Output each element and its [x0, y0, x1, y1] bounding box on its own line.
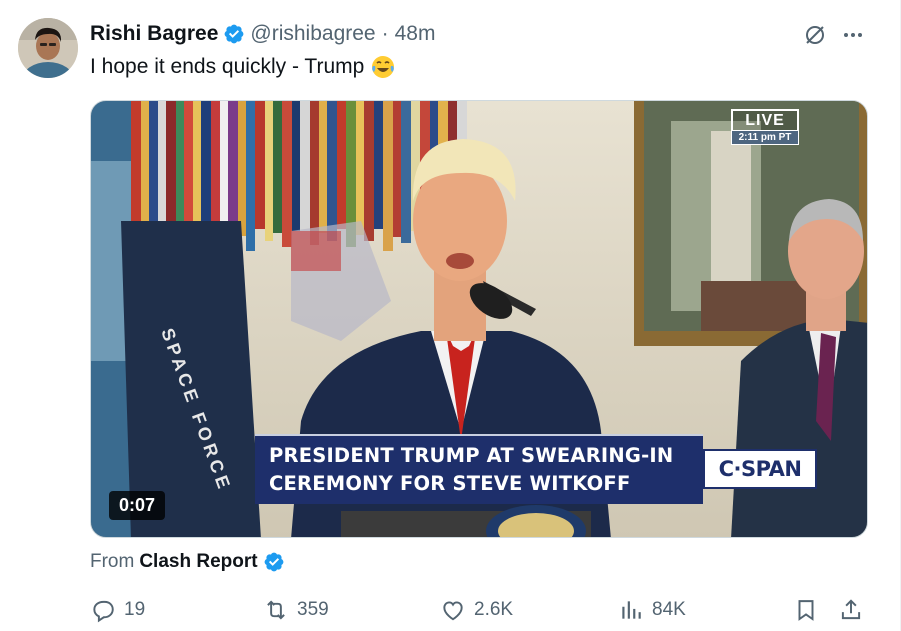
live-time: 2:11 pm PT: [731, 130, 799, 145]
more-options-button[interactable]: [838, 20, 868, 50]
network-logo: C·SPAN: [703, 449, 817, 489]
views-count: 84K: [652, 599, 686, 620]
tweet-text: I hope it ends quickly - Trump: [90, 54, 396, 80]
video-duration: 0:07: [109, 491, 166, 520]
live-label: LIVE: [731, 109, 799, 130]
attribution-source-link[interactable]: Clash Report: [139, 551, 257, 573]
network-logo-text: C·SPAN: [718, 457, 802, 481]
views-icon: [622, 601, 641, 619]
views-button[interactable]: 84K: [618, 593, 686, 627]
grok-icon: [806, 26, 824, 44]
share-button[interactable]: [838, 593, 864, 627]
reply-icon: [93, 600, 114, 623]
author-display-name[interactable]: Rishi Bagree: [90, 22, 218, 46]
more-icon: [844, 33, 862, 37]
share-icon: [841, 599, 861, 620]
repost-icon: [267, 600, 285, 620]
lower-third-line-2: CEREMONY FOR STEVE WITKOFF: [269, 472, 631, 495]
media-attribution: From Clash Report: [90, 551, 285, 573]
lower-third-caption: PRESIDENT TRUMP AT SWEARING-IN CEREMONY …: [255, 434, 703, 504]
tweet-actions-bar: 19 359 2.6K 84K: [88, 593, 870, 627]
heart-icon: [443, 601, 463, 621]
bookmark-icon: [798, 600, 814, 621]
tweet-text-content: I hope it ends quickly - Trump: [90, 55, 365, 78]
reply-count: 19: [124, 599, 146, 620]
verified-badge-icon: [223, 23, 245, 45]
repost-button[interactable]: 359: [263, 593, 329, 627]
avatar[interactable]: [18, 18, 78, 78]
like-count: 2.6K: [474, 599, 514, 620]
grok-button[interactable]: [800, 20, 830, 50]
attribution-prefix: From: [90, 551, 135, 572]
author-handle[interactable]: @rishibagree: [250, 22, 375, 46]
lower-third-line-1: PRESIDENT TRUMP AT SWEARING-IN: [269, 444, 674, 467]
tweet-timestamp[interactable]: 48m: [395, 22, 436, 46]
avatar-image: [18, 18, 78, 78]
tweet[interactable]: Rishi Bagree @rishibagree · 48m I hope i…: [0, 0, 901, 631]
separator-dot: ·: [381, 22, 389, 45]
source-verified-badge-icon: [263, 551, 285, 573]
laughing-crying-emoji-icon: [370, 54, 396, 80]
bookmark-button[interactable]: [793, 593, 819, 627]
video-player[interactable]: SPACE FORCE LIVE 2:11 pm PT PRESIDENT TR…: [90, 100, 868, 538]
repost-count: 359: [297, 599, 329, 620]
reply-button[interactable]: 19: [90, 593, 145, 627]
tweet-header: Rishi Bagree @rishibagree · 48m: [90, 20, 435, 48]
live-badge: LIVE 2:11 pm PT: [731, 109, 799, 145]
like-button[interactable]: 2.6K: [440, 593, 513, 627]
